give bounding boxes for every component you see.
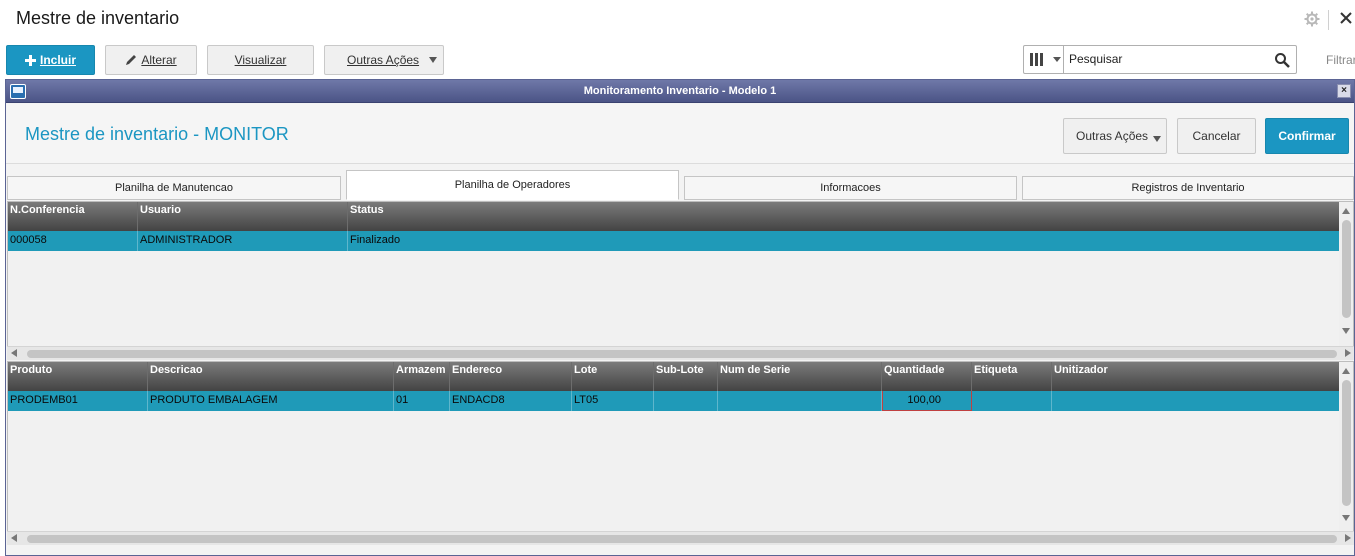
modal-outras-acoes-label: Outras Ações: [1076, 129, 1149, 143]
modal-title-bar: Monitoramento Inventario - Modelo 1 ×: [6, 80, 1354, 103]
chevron-down-icon: [1053, 57, 1061, 62]
tab-label: Informacoes: [820, 182, 881, 194]
header-divider: [1328, 10, 1329, 30]
pencil-icon: [126, 55, 137, 65]
cell-lote: LT05: [572, 391, 654, 411]
cell-num-serie: [718, 391, 882, 411]
vertical-scrollbar[interactable]: [1339, 362, 1353, 532]
filter-link[interactable]: Filtrar: [1326, 53, 1355, 67]
operators-grid: N.Conferencia Usuario Status 000058 ADMI…: [7, 201, 1354, 348]
horizontal-scrollbar[interactable]: [7, 346, 1354, 360]
grid-header: Produto Descricao Armazem Endereco Lote …: [8, 362, 1339, 391]
alterar-button[interactable]: Alterar: [105, 45, 197, 75]
confirmar-label: Confirmar: [1278, 129, 1336, 143]
scroll-left-icon[interactable]: [11, 349, 17, 357]
close-icon[interactable]: [1338, 10, 1354, 26]
cancelar-label: Cancelar: [1192, 129, 1241, 143]
tab-label: Planilha de Operadores: [454, 179, 571, 191]
incluir-button[interactable]: Incluir: [6, 45, 95, 75]
cell-status: Finalizado: [350, 234, 401, 246]
visualizar-label: Visualizar: [234, 53, 287, 67]
chevron-down-icon: [1153, 136, 1161, 142]
scroll-left-icon[interactable]: [11, 534, 17, 542]
search-input[interactable]: [1069, 50, 1269, 68]
scroll-right-icon[interactable]: [1345, 349, 1351, 357]
column-header[interactable]: Sub-Lote: [654, 362, 718, 391]
cell-conferencia: 000058: [8, 231, 138, 251]
column-header[interactable]: Etiqueta: [972, 362, 1052, 391]
incluir-label: Incluir: [39, 53, 76, 67]
column-header[interactable]: Num de Serie: [718, 362, 882, 391]
tab-planilha-manutencao[interactable]: Planilha de Manutencao: [7, 176, 341, 200]
chevron-down-icon: [429, 57, 437, 63]
cancelar-button[interactable]: Cancelar: [1177, 118, 1256, 154]
tab-planilha-operadores[interactable]: Planilha de Operadores: [346, 170, 679, 200]
products-grid: Produto Descricao Armazem Endereco Lote …: [7, 361, 1354, 533]
scroll-down-icon[interactable]: [1342, 328, 1350, 334]
scroll-down-icon[interactable]: [1342, 515, 1350, 521]
vertical-scrollbar[interactable]: [1339, 202, 1353, 347]
app-window: Mestre de inventario Incluir Alterar Vis…: [0, 0, 1355, 556]
column-header[interactable]: Lote: [572, 362, 654, 391]
column-header[interactable]: Status: [348, 202, 1339, 231]
column-header[interactable]: Usuario: [138, 202, 348, 231]
monitor-heading: Mestre de inventario - MONITOR: [25, 124, 289, 144]
alterar-label: Alterar: [141, 53, 177, 67]
scroll-right-icon[interactable]: [1345, 534, 1351, 542]
cell-sub-lote: [654, 391, 718, 411]
tab-informacoes[interactable]: Informacoes: [684, 176, 1017, 200]
search-box: [1023, 45, 1297, 74]
page-title: Mestre de inventario: [16, 8, 180, 28]
confirmar-button[interactable]: Confirmar: [1265, 118, 1349, 154]
modal-close-button[interactable]: ×: [1337, 84, 1351, 98]
column-header[interactable]: Armazem: [394, 362, 450, 391]
scroll-up-icon[interactable]: [1342, 208, 1350, 214]
cell-endereco: ENDACD8: [450, 391, 572, 411]
column-header[interactable]: Quantidade: [882, 362, 972, 391]
tab-label: Registros de Inventario: [1131, 182, 1245, 194]
scrollbar-thumb[interactable]: [27, 350, 1337, 358]
outras-acoes-label: Outras Ações: [347, 53, 420, 67]
search-columns-selector[interactable]: [1024, 46, 1064, 73]
cell-etiqueta: [972, 391, 1052, 411]
column-header[interactable]: Produto: [8, 362, 148, 391]
plus-icon: [24, 54, 36, 66]
column-header[interactable]: N.Conferencia: [8, 202, 138, 231]
cell-quantidade[interactable]: 100,00: [882, 391, 972, 411]
tab-registros-inventario[interactable]: Registros de Inventario: [1022, 176, 1354, 200]
column-header[interactable]: Unitizador: [1052, 362, 1339, 391]
cell-usuario: ADMINISTRADOR: [138, 231, 348, 251]
column-header[interactable]: Endereco: [450, 362, 572, 391]
grid-header: N.Conferencia Usuario Status: [8, 202, 1339, 231]
modal-title: Monitoramento Inventario - Modelo 1: [583, 85, 777, 97]
gear-icon[interactable]: [1304, 11, 1320, 27]
column-header[interactable]: Descricao: [148, 362, 394, 391]
scrollbar-thumb[interactable]: [1342, 380, 1351, 506]
cell-armazem: 01: [394, 391, 450, 411]
scroll-up-icon[interactable]: [1342, 368, 1350, 374]
table-row[interactable]: PRODEMB01 PRODUTO EMBALAGEM 01 ENDACD8 L…: [8, 391, 1339, 411]
cell-unitizador: [1052, 391, 1339, 411]
horizontal-scrollbar[interactable]: [7, 531, 1354, 545]
modal-outras-acoes-button[interactable]: Outras Ações: [1063, 118, 1167, 154]
table-row[interactable]: 000058 ADMINISTRADOR Finalizado: [8, 231, 1339, 251]
outras-acoes-button[interactable]: Outras Ações: [324, 45, 444, 75]
columns-icon: [1030, 53, 1043, 66]
monitor-modal: Monitoramento Inventario - Modelo 1 × Me…: [5, 79, 1355, 556]
cell-produto: PRODEMB01: [8, 391, 148, 411]
search-icon[interactable]: [1274, 52, 1290, 68]
cell-descricao: PRODUTO EMBALAGEM: [148, 391, 394, 411]
visualizar-button[interactable]: Visualizar: [207, 45, 314, 75]
scrollbar-thumb[interactable]: [1342, 220, 1351, 318]
scrollbar-thumb[interactable]: [27, 535, 1337, 543]
modal-header: Mestre de inventario - MONITOR Outras Aç…: [6, 104, 1354, 164]
tab-label: Planilha de Manutencao: [114, 182, 234, 194]
